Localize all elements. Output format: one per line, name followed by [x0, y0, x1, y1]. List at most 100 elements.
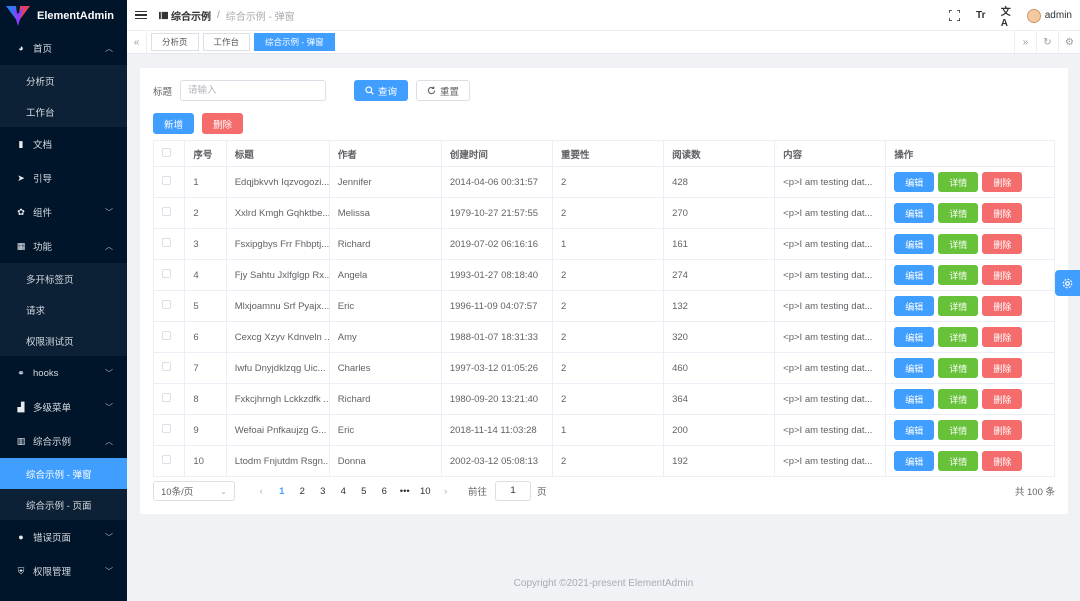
sidebar-item[interactable]: ▥ 综合示例 ︿ — [0, 424, 127, 458]
sidebar-subitem[interactable]: 工作台 — [0, 96, 127, 127]
user-menu[interactable]: admin — [1026, 8, 1072, 23]
sidebar-subitem[interactable]: 综合示例 - 页面 — [0, 489, 127, 520]
edit-button[interactable]: 编辑 — [894, 172, 935, 192]
sidebar-item[interactable]: ⛨ 权限管理 ﹀ — [0, 554, 127, 588]
row-select-cell[interactable] — [153, 383, 186, 415]
row-checkbox[interactable] — [162, 269, 171, 278]
refresh-icon[interactable]: ↻ — [1036, 31, 1058, 54]
edit-button[interactable]: 编辑 — [894, 296, 935, 316]
delete-button[interactable]: 删除 — [982, 451, 1023, 471]
row-checkbox[interactable] — [162, 238, 171, 247]
row-select-cell[interactable] — [153, 166, 186, 198]
delete-button[interactable]: 删除 — [982, 203, 1023, 223]
prev-page-icon[interactable]: ‹ — [251, 486, 272, 497]
row-checkbox[interactable] — [162, 300, 171, 309]
translate-icon[interactable]: 文A — [1001, 7, 1013, 29]
sidebar-item[interactable]: ● 错误页面 ﹀ — [0, 520, 127, 554]
row-select-cell[interactable] — [153, 290, 186, 322]
detail-button[interactable]: 详情 — [938, 420, 979, 440]
page-number[interactable]: 5 — [354, 486, 375, 497]
page-number[interactable]: 10 — [415, 486, 436, 497]
theme-settings-button[interactable] — [1055, 270, 1080, 296]
page-number[interactable]: 4 — [333, 486, 354, 497]
detail-button[interactable]: 详情 — [938, 327, 979, 347]
row-select-cell[interactable] — [153, 228, 186, 260]
logo[interactable]: ElementAdmin — [0, 0, 127, 31]
edit-button[interactable]: 编辑 — [894, 358, 935, 378]
sidebar-item[interactable]: ✿ 组件 ﹀ — [0, 195, 127, 229]
sidebar-subitem[interactable]: 分析页 — [0, 65, 127, 96]
delete-button[interactable]: 删除 — [982, 234, 1023, 254]
delete-button[interactable]: 删除 — [982, 389, 1023, 409]
select-all-cell[interactable] — [153, 140, 186, 167]
detail-button[interactable]: 详情 — [938, 265, 979, 285]
delete-button[interactable]: 删除 — [982, 420, 1023, 440]
edit-button[interactable]: 编辑 — [894, 234, 935, 254]
edit-button[interactable]: 编辑 — [894, 420, 935, 440]
sidebar-subitem[interactable]: 请求 — [0, 294, 127, 325]
row-select-cell[interactable] — [153, 259, 186, 291]
delete-button[interactable]: 删除 — [982, 296, 1023, 316]
sidebar-subitem[interactable]: 权限测试页 — [0, 325, 127, 356]
edit-button[interactable]: 编辑 — [894, 451, 935, 471]
row-select-cell[interactable] — [153, 321, 186, 353]
sidebar-item[interactable]: ▮ 文档 — [0, 127, 127, 161]
edit-button[interactable]: 编辑 — [894, 389, 935, 409]
add-button[interactable]: 新增 — [153, 113, 195, 134]
batch-delete-button[interactable]: 删除 — [202, 113, 244, 134]
menu-fold-icon[interactable] — [135, 10, 147, 20]
page-size-select[interactable]: 10条/页 ⌄ — [153, 481, 235, 501]
detail-button[interactable]: 详情 — [938, 389, 979, 409]
settings-icon[interactable]: ⚙ — [1058, 31, 1080, 54]
delete-button[interactable]: 删除 — [982, 265, 1023, 285]
page-number[interactable]: 2 — [292, 486, 313, 497]
edit-button[interactable]: 编辑 — [894, 327, 935, 347]
reset-button[interactable]: 重置 — [416, 80, 471, 101]
sidebar-item[interactable]: ➤ 引导 — [0, 161, 127, 195]
delete-button[interactable]: 删除 — [982, 327, 1023, 347]
row-checkbox[interactable] — [162, 331, 171, 340]
detail-button[interactable]: 详情 — [938, 451, 979, 471]
sidebar-subitem[interactable]: 综合示例 - 弹窗 — [0, 458, 127, 489]
title-search-input[interactable] — [180, 80, 327, 101]
row-select-cell[interactable] — [153, 197, 186, 229]
font-size-icon[interactable]: Tr — [975, 10, 987, 22]
query-button[interactable]: 查询 — [354, 80, 409, 101]
row-checkbox[interactable] — [162, 176, 171, 185]
row-checkbox[interactable] — [162, 424, 171, 433]
sidebar-item[interactable]: ⚭ hooks ﹀ — [0, 356, 127, 390]
delete-button[interactable]: 删除 — [982, 358, 1023, 378]
tag-tab[interactable]: 分析页 — [151, 33, 199, 51]
goto-page-input[interactable]: 1 — [495, 481, 532, 501]
tag-tab[interactable]: 综合示例 - 弹窗 — [254, 33, 335, 51]
row-checkbox[interactable] — [162, 393, 171, 402]
delete-button[interactable]: 删除 — [982, 172, 1023, 192]
detail-button[interactable]: 详情 — [938, 172, 979, 192]
sidebar-item[interactable]: ◕ 首页 ︿ — [0, 31, 127, 65]
row-checkbox[interactable] — [162, 362, 171, 371]
row-checkbox[interactable] — [162, 455, 171, 464]
detail-button[interactable]: 详情 — [938, 358, 979, 378]
fullscreen-icon[interactable] — [949, 10, 961, 22]
scroll-right-icon[interactable]: » — [1014, 31, 1036, 54]
page-number[interactable]: 1 — [272, 486, 293, 497]
page-number[interactable]: 6 — [374, 486, 395, 497]
next-page-icon[interactable]: › — [436, 486, 457, 497]
detail-button[interactable]: 详情 — [938, 234, 979, 254]
row-select-cell[interactable] — [153, 352, 186, 384]
edit-button[interactable]: 编辑 — [894, 265, 935, 285]
scroll-left-icon[interactable]: « — [127, 30, 147, 54]
edit-button[interactable]: 编辑 — [894, 203, 935, 223]
page-number[interactable]: 3 — [313, 486, 334, 497]
sidebar-item[interactable]: ▟ 多级菜单 ﹀ — [0, 390, 127, 424]
row-select-cell[interactable] — [153, 414, 186, 446]
select-all-checkbox[interactable] — [162, 147, 171, 157]
more-pages-icon[interactable]: ••• — [395, 486, 416, 497]
row-select-cell[interactable] — [153, 445, 186, 477]
sidebar-item[interactable]: ▦ 功能 ︿ — [0, 229, 127, 263]
tag-tab[interactable]: 工作台 — [202, 33, 251, 51]
detail-button[interactable]: 详情 — [938, 296, 979, 316]
detail-button[interactable]: 详情 — [938, 203, 979, 223]
row-checkbox[interactable] — [162, 207, 171, 216]
breadcrumb-current[interactable]: 综合示例 — [171, 8, 211, 23]
